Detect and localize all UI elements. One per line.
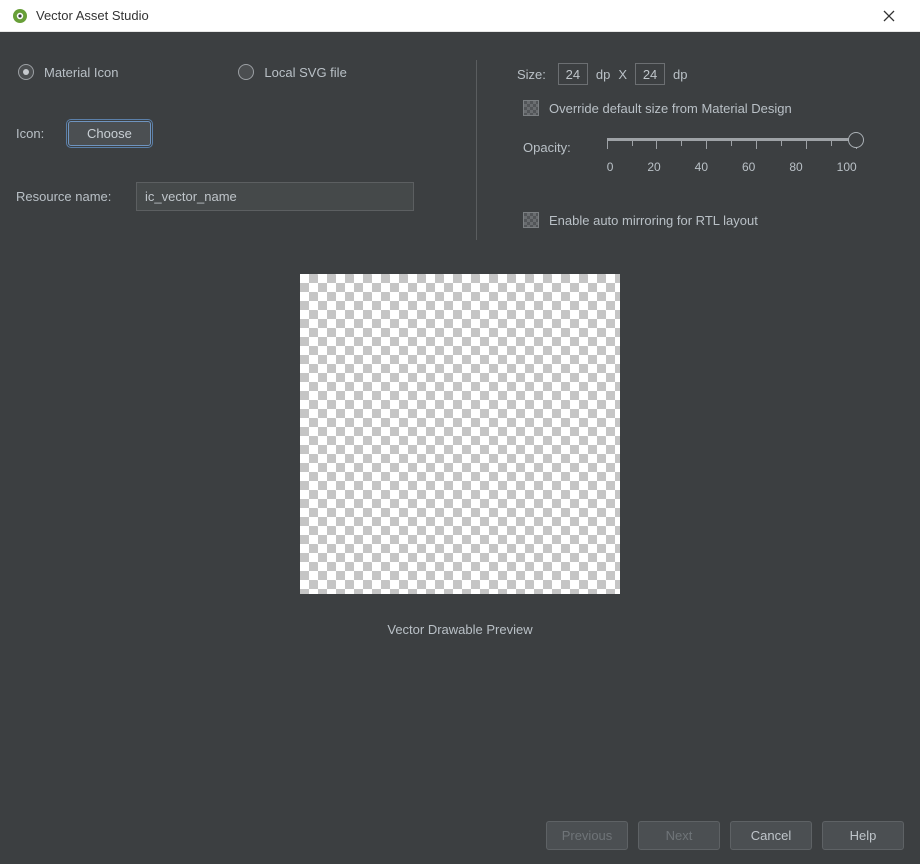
rtl-mirroring-label: Enable auto mirroring for RTL layout <box>549 213 758 228</box>
override-size-label: Override default size from Material Desi… <box>549 101 792 116</box>
size-width-input[interactable]: 24 <box>558 63 588 85</box>
rtl-mirroring-checkbox[interactable]: Enable auto mirroring for RTL layout <box>517 212 910 228</box>
checkbox-icon <box>523 212 539 228</box>
preview-canvas <box>300 274 620 594</box>
radio-selected-icon <box>18 64 34 80</box>
radio-local-svg[interactable]: Local SVG file <box>238 64 346 80</box>
titlebar: Vector Asset Studio <box>0 0 920 32</box>
size-height-input[interactable]: 24 <box>635 63 665 85</box>
preview-caption: Vector Drawable Preview <box>387 622 532 637</box>
radio-local-svg-label: Local SVG file <box>264 65 346 80</box>
slider-thumb[interactable] <box>848 132 864 148</box>
resource-name-label: Resource name: <box>16 189 136 204</box>
resource-name-input[interactable] <box>136 182 414 211</box>
opacity-slider[interactable]: 0 20 40 60 80 100 <box>607 136 857 174</box>
previous-button[interactable]: Previous <box>546 821 628 850</box>
radio-material-icon[interactable]: Material Icon <box>18 64 118 80</box>
help-button[interactable]: Help <box>822 821 904 850</box>
size-dp1-label: dp <box>596 67 610 82</box>
slider-labels: 0 20 40 60 80 100 <box>607 160 857 174</box>
icon-label: Icon: <box>16 126 68 141</box>
radio-material-icon-label: Material Icon <box>44 65 118 80</box>
radio-unselected-icon <box>238 64 254 80</box>
size-x-label: X <box>618 67 627 82</box>
close-icon <box>883 10 895 22</box>
window-title: Vector Asset Studio <box>36 8 149 23</box>
cancel-button[interactable]: Cancel <box>730 821 812 850</box>
opacity-label: Opacity: <box>523 136 571 155</box>
android-studio-icon <box>12 8 28 24</box>
choose-button[interactable]: Choose <box>68 121 151 146</box>
size-dp2-label: dp <box>673 67 687 82</box>
size-label: Size: <box>517 67 546 82</box>
next-button[interactable]: Next <box>638 821 720 850</box>
slider-ticks <box>607 141 857 149</box>
override-size-checkbox[interactable]: Override default size from Material Desi… <box>517 100 910 116</box>
checkbox-icon <box>523 100 539 116</box>
window-close-button[interactable] <box>870 0 908 31</box>
